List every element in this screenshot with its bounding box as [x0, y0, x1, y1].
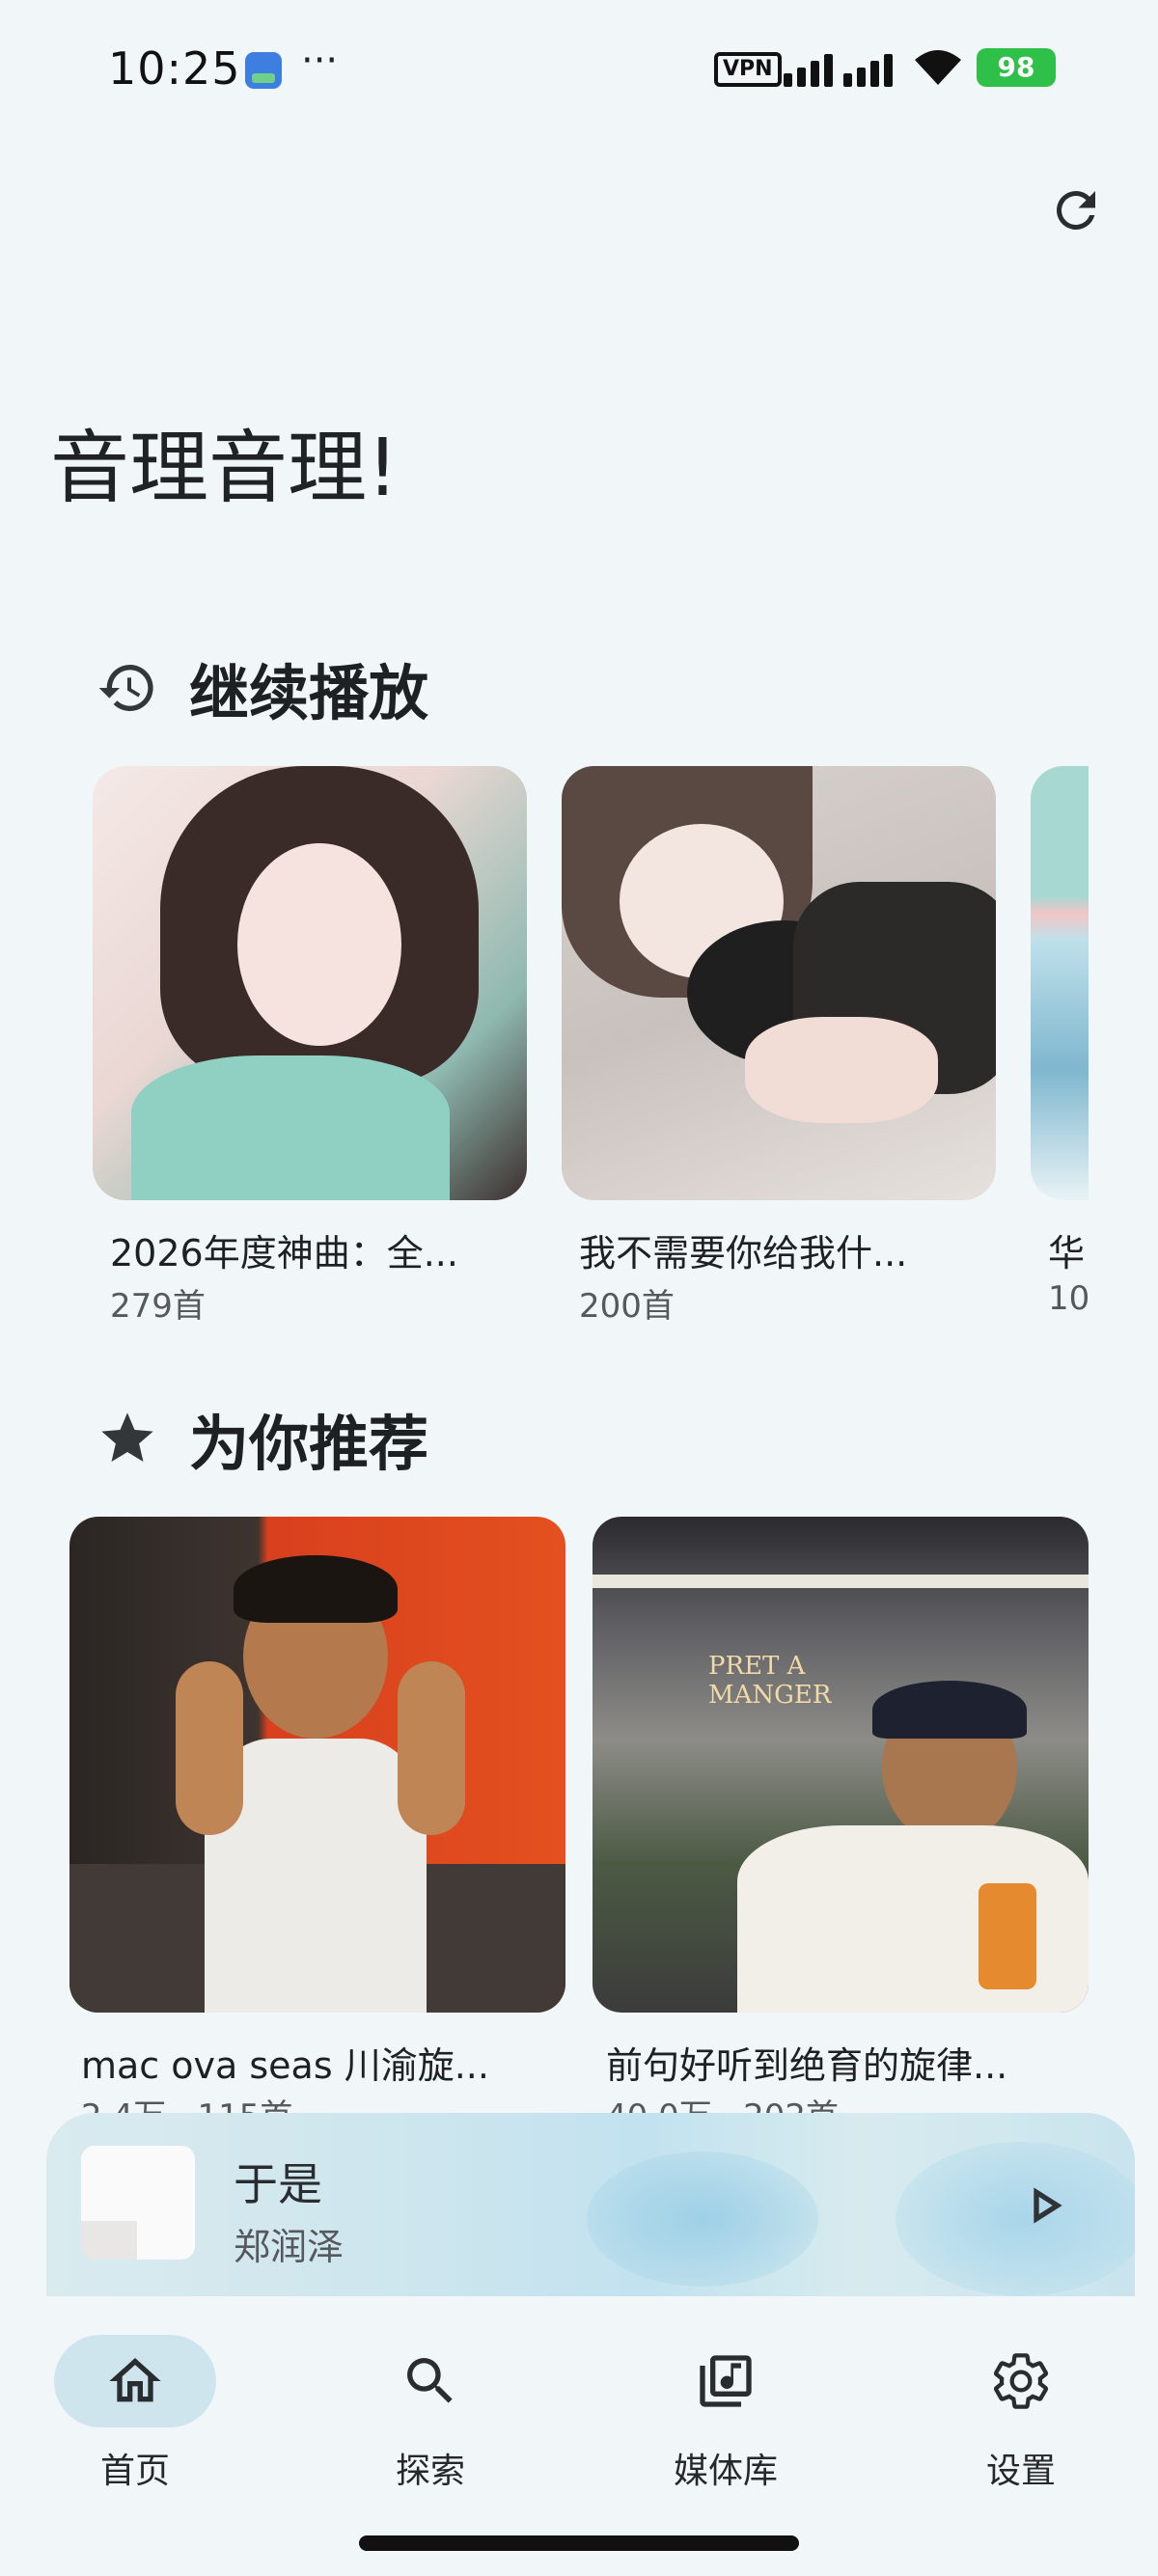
status-time: 10:25: [108, 42, 241, 95]
library-music-icon: [700, 2355, 752, 2407]
home-icon: [109, 2358, 161, 2402]
nav-label: 探索: [395, 2452, 465, 2491]
playlist-title: 2026年度神曲：全...: [110, 1232, 458, 1274]
recommend-title: 前句好听到绝育的旋律...: [606, 2044, 1008, 2087]
vpn-badge: VPN: [714, 52, 782, 87]
page-title: 音理音理!: [50, 423, 399, 514]
star-icon: [101, 1412, 153, 1462]
play-icon[interactable]: [1013, 2175, 1075, 2236]
gear-icon: [993, 2353, 1049, 2409]
app-notification-icon: [245, 52, 282, 89]
nav-explore[interactable]: 探索: [334, 2335, 527, 2493]
recommend-cover: PRET A MANGER: [593, 1517, 1089, 2013]
refresh-icon[interactable]: [1047, 181, 1105, 239]
nav-settings[interactable]: 设置: [924, 2335, 1117, 2493]
search-icon: [407, 2358, 453, 2403]
recommend-title: mac ova seas 川渝旋...: [81, 2044, 489, 2087]
more-notifications-icon: ···: [301, 39, 339, 83]
wifi-icon: [915, 50, 961, 85]
playlist-count: 279首: [110, 1287, 206, 1326]
now-playing-title: 于是: [234, 2158, 322, 2210]
playlist-count: 200首: [579, 1287, 675, 1326]
nav-label: 首页: [99, 2452, 170, 2491]
playlist-cover: [562, 766, 996, 1200]
history-icon: [98, 665, 153, 711]
continue-playing-header: 继续播放: [96, 644, 428, 731]
nav-label: 媒体库: [673, 2452, 778, 2491]
playlist-cover: [93, 766, 527, 1200]
battery-indicator: 98: [977, 48, 1056, 87]
section-title: 为你推荐: [189, 1409, 429, 1479]
section-title: 继续播放: [189, 658, 429, 728]
nav-library[interactable]: 媒体库: [629, 2335, 822, 2493]
nav-label: 设置: [985, 2452, 1056, 2491]
signal-icon: [784, 54, 893, 87]
playlist-title: 华: [1048, 1232, 1086, 1274]
home-indicator[interactable]: [359, 2535, 799, 2551]
recommend-header: 为你推荐: [96, 1395, 428, 1482]
playlist-cover: [1031, 766, 1089, 1200]
now-playing-cover: [81, 2146, 195, 2260]
nav-home[interactable]: 首页: [39, 2335, 232, 2493]
playlist-count: 10: [1048, 1279, 1089, 1318]
now-playing-artist: 郑润泽: [234, 2226, 345, 2268]
playlist-title: 我不需要你给我什...: [579, 1232, 908, 1274]
mini-player[interactable]: 于是 郑润泽: [46, 2113, 1135, 2296]
recommend-cover: [69, 1517, 565, 2013]
bottom-navigation: 首页 探索 媒体库 设置: [0, 2296, 1158, 2576]
